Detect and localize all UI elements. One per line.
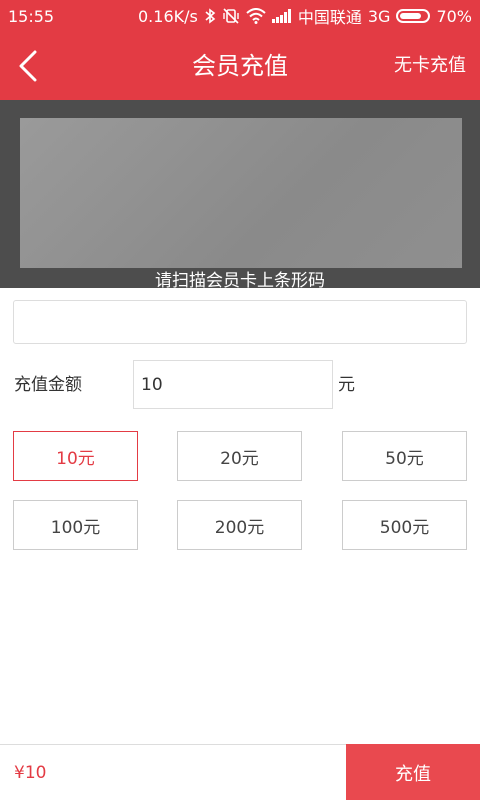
status-carrier: 中国联通 <box>297 8 362 27</box>
battery-icon <box>396 9 431 23</box>
back-icon <box>19 50 37 82</box>
amount-option[interactable]: 100元 <box>13 500 138 550</box>
status-right: 0.16K/s 中国联通 3G 70% <box>138 4 472 28</box>
vibrate-mute-icon <box>222 8 240 24</box>
no-card-recharge-button[interactable]: 无卡充值 <box>394 32 466 100</box>
back-button[interactable] <box>8 46 48 86</box>
scan-hint: 请扫描会员卡上条形码 <box>155 271 325 288</box>
barcode-input[interactable] <box>13 300 467 344</box>
header: 会员充值 无卡充值 <box>0 32 480 100</box>
status-battery: 70% <box>436 6 472 26</box>
status-net-speed: 0.16K/s <box>138 6 198 26</box>
amount-input[interactable] <box>133 360 333 409</box>
amount-option[interactable]: 10元 <box>13 431 138 481</box>
barcode-scanner[interactable]: 请扫描会员卡上条形码 <box>0 100 480 288</box>
amount-label: 充值金额 <box>14 375 82 395</box>
status-network: 3G <box>367 6 391 26</box>
signal-icon <box>271 9 292 23</box>
recharge-button[interactable]: 充值 <box>346 744 480 800</box>
bluetooth-icon <box>204 8 216 24</box>
amount-unit: 元 <box>338 375 355 395</box>
amount-option[interactable]: 500元 <box>342 500 467 550</box>
status-time: 15:55 <box>8 6 55 26</box>
amount-option[interactable]: 200元 <box>177 500 302 550</box>
status-bar: 15:55 0.16K/s 中国联通 3G 70% <box>0 0 480 32</box>
amount-option[interactable]: 50元 <box>342 431 467 481</box>
bottom-bar: ¥10 充值 <box>0 744 480 800</box>
total-amount: ¥10 <box>14 763 47 783</box>
amount-option[interactable]: 20元 <box>177 431 302 481</box>
scan-window <box>20 118 462 268</box>
wifi-icon <box>246 8 266 24</box>
